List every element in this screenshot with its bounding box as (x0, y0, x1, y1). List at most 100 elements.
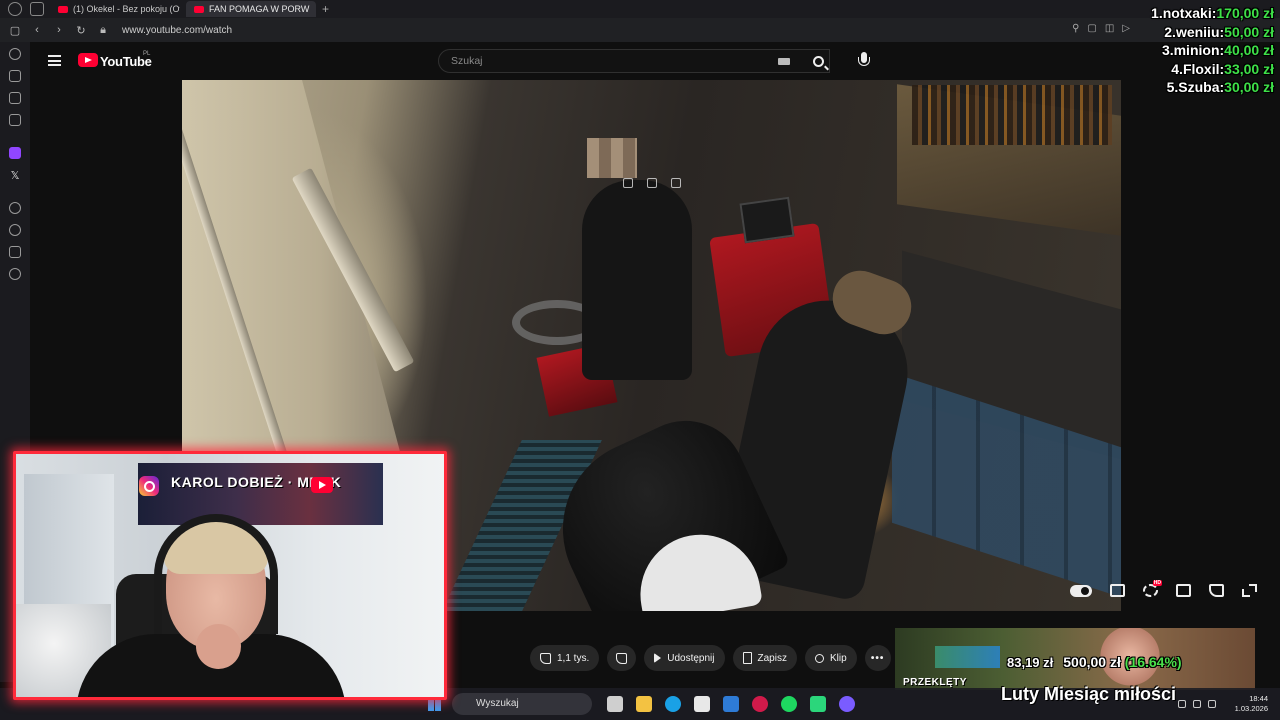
video-frame-screen (739, 196, 795, 244)
forward-button[interactable]: › (48, 24, 70, 36)
settings-gear-icon[interactable]: HD (1143, 580, 1162, 597)
bookmark-icon (742, 652, 752, 664)
opera-icon[interactable] (752, 696, 768, 712)
url-field[interactable]: www.youtube.com/watch (122, 25, 232, 36)
lock-icon: 🔒︎ (100, 23, 106, 36)
x-twitter-icon[interactable]: 𝕏 (9, 170, 21, 182)
sidebar-toggle-icon[interactable]: ▢ (4, 24, 26, 37)
donation-amount: 30,00 zł (1224, 79, 1274, 95)
play-icon[interactable]: ▷ (1122, 23, 1130, 34)
player-icon[interactable] (9, 202, 21, 214)
subtitles-icon[interactable] (1110, 584, 1125, 597)
goal-percent: (16.64%) (1124, 654, 1182, 670)
dislike-button[interactable] (607, 645, 637, 671)
clip-label: Klip (829, 652, 847, 664)
hd-badge: HD (1152, 580, 1162, 586)
scissors-icon (814, 653, 824, 663)
youtube-logo-icon[interactable] (78, 53, 98, 67)
donation-row: 2.weniiu:50,00 zł (1151, 23, 1274, 42)
task-view-icon[interactable] (607, 696, 623, 712)
store-icon[interactable] (694, 696, 710, 712)
cast-icon[interactable] (1209, 584, 1224, 597)
chat-app-icon[interactable] (810, 696, 826, 712)
donor-name: 5.Szuba: (1166, 79, 1225, 95)
like-count: 1,1 tys. (557, 652, 590, 664)
date: 1.03.2026 (1234, 704, 1268, 713)
pip-icon[interactable] (647, 178, 657, 188)
pin-icon[interactable]: ⚲ (1072, 23, 1079, 34)
goal-title: Luty Miesiąc miłości (1001, 684, 1177, 704)
taskbar-search[interactable]: Wyszukaj (452, 693, 592, 715)
browser-menu-icon[interactable] (8, 2, 22, 16)
autoplay-toggle[interactable] (1070, 584, 1092, 597)
twitch-icon[interactable] (9, 147, 21, 159)
instagram-icon (139, 476, 159, 496)
bookmark-icon[interactable] (9, 70, 21, 82)
address-bar: ▢ ‹ › ↻ 🔒︎ www.youtube.com/watch ⚲ ▢ ◫ ▷ (0, 18, 1280, 42)
screen: (1) Okekel - Bez pokoju (Of FAN POMAGA W… (0, 0, 1280, 720)
video-frame-censor-blur (587, 138, 637, 178)
youtube-header: YouTube PL Szukaj (30, 42, 1280, 80)
save-label: Zapisz (757, 652, 787, 664)
donation-row: 1.notxaki:170,00 zł (1151, 4, 1274, 23)
share-button[interactable]: Udostępnij (644, 645, 725, 671)
skip-icon[interactable] (671, 178, 681, 188)
hamburger-menu-icon[interactable] (48, 55, 61, 66)
mail-icon[interactable] (9, 114, 21, 126)
new-tab-button[interactable]: + (322, 2, 329, 16)
donation-row: 4.Floxil:33,00 zł (1151, 60, 1274, 79)
youtube-favicon-icon (194, 5, 204, 13)
discord-icon[interactable] (839, 696, 855, 712)
player-controls: HD (1070, 580, 1257, 597)
history-icon[interactable] (9, 48, 21, 60)
clock-icon[interactable] (9, 224, 21, 236)
youtube-icon (311, 477, 333, 493)
donation-amount: 170,00 zł (1216, 5, 1274, 21)
like-button[interactable]: 1,1 tys. (530, 645, 600, 671)
system-tray (1178, 700, 1216, 708)
tab-overview-icon[interactable] (30, 2, 44, 16)
reload-button[interactable]: ↻ (70, 24, 92, 37)
webcam-streamer-hand (196, 624, 241, 669)
extensions-icon[interactable]: ◫ (1105, 23, 1114, 34)
network-icon[interactable] (1178, 700, 1186, 708)
more-actions-button[interactable]: ••• (864, 645, 891, 671)
donation-amount: 33,00 zł (1224, 60, 1274, 77)
volume-icon[interactable] (1193, 700, 1201, 708)
promo-label: PRZEKLĘTY (903, 677, 967, 688)
microphone-icon[interactable] (857, 52, 871, 70)
tab-fan-pomaga[interactable]: FAN POMAGA W PORW (186, 1, 316, 17)
address-bar-tools: ⚲ ▢ ◫ ▷ (1072, 23, 1130, 34)
battery-icon[interactable] (1208, 700, 1216, 708)
file-explorer-icon[interactable] (636, 696, 652, 712)
video-actions: 1,1 tys. Udostępnij Zapisz Klip ••• (530, 645, 891, 671)
clip-button[interactable]: Klip (804, 645, 857, 671)
cloud-icon[interactable] (9, 246, 21, 258)
goal-target: 500,00 zł (1063, 654, 1121, 670)
settings-icon[interactable] (9, 268, 21, 280)
streamer-webcam: KAROL DOBIEŻ · MRDK (13, 451, 447, 700)
save-button[interactable]: Zapisz (732, 645, 797, 671)
keyboard-icon[interactable] (778, 58, 790, 65)
search-input[interactable]: Szukaj (438, 49, 830, 73)
popout-icon[interactable] (623, 178, 633, 188)
video-frame-person (582, 180, 692, 380)
video-frame-bottles (912, 85, 1112, 145)
back-button[interactable]: ‹ (26, 24, 48, 36)
outlook-icon[interactable] (723, 696, 739, 712)
goal-current: 83,19 zł (1007, 655, 1054, 670)
video-overlay-controls (623, 178, 681, 188)
promo-graphic (935, 646, 1000, 668)
edge-icon[interactable] (665, 696, 681, 712)
tabs-icon[interactable] (9, 92, 21, 104)
collections-icon[interactable]: ▢ (1087, 23, 1096, 34)
miniplayer-icon[interactable] (1176, 584, 1191, 597)
spotify-icon[interactable] (781, 696, 797, 712)
clock[interactable]: 18:44 1.03.2026 (1235, 694, 1268, 714)
tab-okekel[interactable]: (1) Okekel - Bez pokoju (Of (50, 1, 180, 17)
fullscreen-icon[interactable] (1242, 584, 1257, 597)
donation-row: 5.Szuba:30,00 zł (1151, 78, 1274, 97)
donor-name: 4.Floxil: (1171, 60, 1225, 77)
search-button[interactable] (800, 49, 836, 73)
webcam-banner (138, 463, 383, 525)
